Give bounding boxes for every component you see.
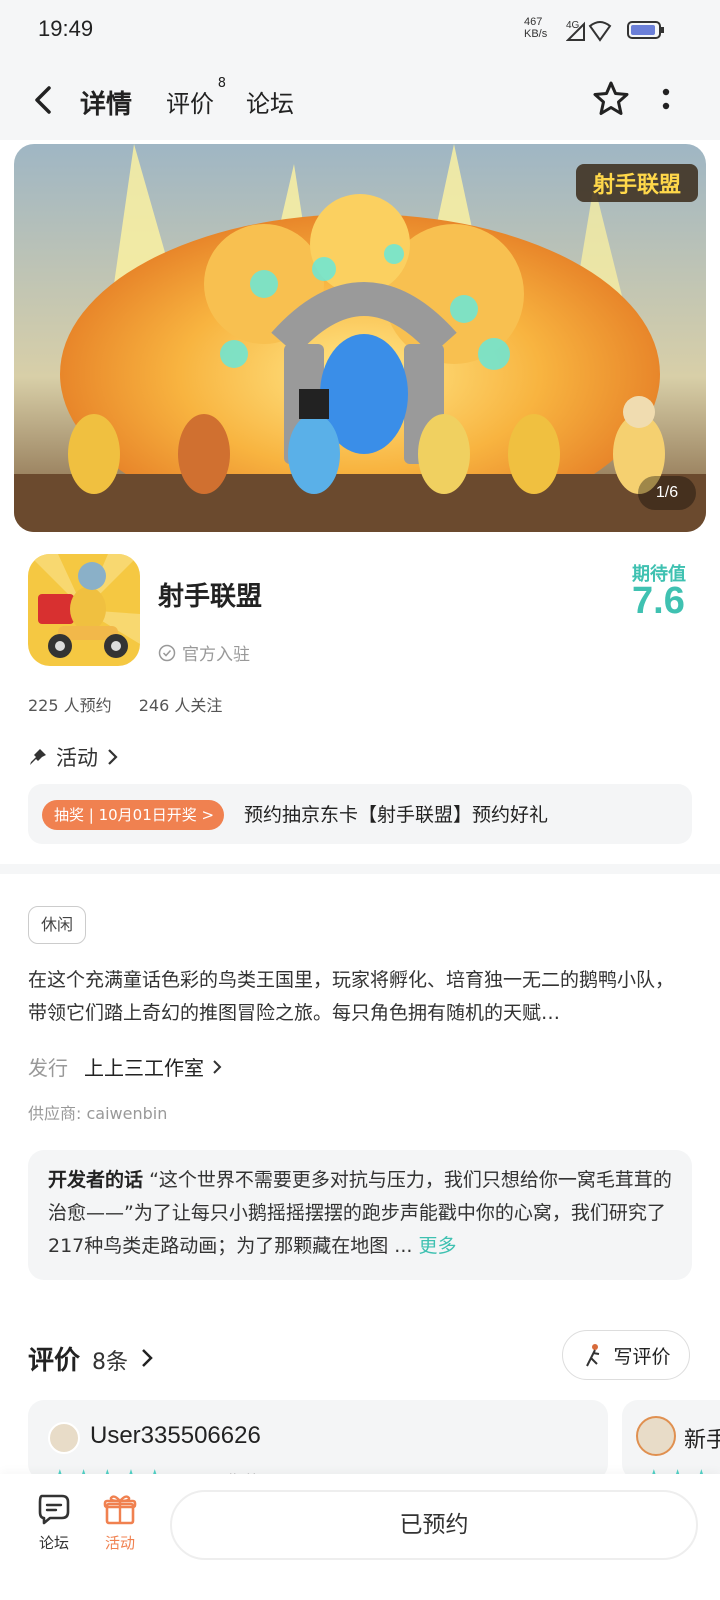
tab-review[interactable]: 评价 8 xyxy=(166,76,226,119)
game-description[interactable]: 在这个充满童话色彩的鸟类王国里，玩家将孵化、培育独一无二的鹅鸭小队，带领它们踏上… xyxy=(28,964,692,1030)
reserved-button[interactable]: 已预约 xyxy=(170,1490,698,1560)
game-banner-carousel[interactable]: 射手联盟 1/6 xyxy=(14,144,706,532)
avatar xyxy=(48,1422,80,1454)
status-bar: 19:49 467 KB/s 4G xyxy=(0,0,720,60)
status-icons: 4G xyxy=(566,20,664,42)
pen-figure-icon xyxy=(586,1344,600,1367)
wifi-icon xyxy=(588,21,612,42)
tab-forum[interactable]: 论坛 xyxy=(246,84,294,119)
review-count: 8条 xyxy=(92,1350,129,1375)
genre-tag[interactable]: 休闲 xyxy=(28,906,87,944)
activity-button[interactable]: 活动 xyxy=(90,1492,150,1553)
game-logo: 射手联盟 xyxy=(574,158,700,206)
review-username: User335506626 xyxy=(90,1422,261,1449)
reservation-count: 225 人预约 xyxy=(28,696,112,715)
official-badge: 官方入驻 xyxy=(158,640,250,665)
activity-card[interactable]: 抽奖 | 10月01日开奖 > 预约抽京东卡【射手联盟】预约好礼 xyxy=(28,784,692,844)
review-count-badge: 8 xyxy=(217,76,226,91)
gift-icon xyxy=(103,1495,137,1525)
chevron-right-icon xyxy=(213,1059,222,1074)
status-time: 19:49 xyxy=(38,16,94,41)
review-card[interactable]: 新手 ★★★ xyxy=(622,1400,720,1480)
chevron-right-icon xyxy=(142,1349,153,1367)
lottery-badge: 抽奖 | 10月01日开奖 > xyxy=(42,800,225,830)
review-card[interactable]: User335506626 ★★★★★ 期待 xyxy=(28,1400,608,1480)
more-link[interactable]: 更多 xyxy=(418,1235,456,1257)
supplier-info: 供应商: caiwenbin xyxy=(28,1104,168,1123)
tab-detail[interactable]: 详情 xyxy=(77,84,135,121)
svg-text:射手联盟: 射手联盟 xyxy=(592,172,681,198)
forum-button[interactable]: 论坛 xyxy=(24,1492,84,1553)
pin-icon xyxy=(30,749,46,765)
reviews-heading[interactable]: 评价 8条 xyxy=(28,1340,154,1377)
app-name: 射手联盟 xyxy=(158,582,263,612)
activity-heading[interactable]: 活动 xyxy=(28,742,120,772)
back-icon[interactable] xyxy=(26,82,62,118)
banner-page-counter: 1/6 xyxy=(638,476,696,510)
developer-note-title: 开发者的话 xyxy=(48,1169,144,1191)
follower-count: 246 人关注 xyxy=(138,696,223,715)
bottom-action-bar: 论坛 活动 已预约 xyxy=(0,1474,720,1600)
section-divider xyxy=(0,864,720,874)
avatar xyxy=(636,1416,676,1456)
review-username: 新手 xyxy=(684,1428,720,1453)
network-speed: 467 KB/s xyxy=(524,16,548,40)
chevron-right-icon xyxy=(108,749,118,765)
top-nav: 详情 评价 8 论坛 xyxy=(0,60,720,140)
app-icon xyxy=(28,554,140,666)
activity-title: 预约抽京东卡【射手联盟】预约好礼 xyxy=(244,804,549,826)
publisher-name: 上上三工作室 xyxy=(84,1056,204,1080)
write-review-button[interactable]: 写评价 xyxy=(562,1330,690,1380)
chat-bubble-icon xyxy=(38,1494,70,1525)
expectation-score: 7.6 xyxy=(632,580,685,622)
more-options-icon[interactable] xyxy=(656,82,676,118)
check-circle-icon xyxy=(158,644,176,661)
publisher-row[interactable]: 发行 上上三工作室 xyxy=(28,1052,226,1081)
app-stats: 225 人预约 246 人关注 xyxy=(28,692,244,716)
favorite-star-icon[interactable] xyxy=(590,78,632,120)
developer-note-card[interactable]: 开发者的话 “这个世界不需要更多对抗与压力，我们只想给你一窝毛茸茸的治愈——”为… xyxy=(28,1150,692,1280)
